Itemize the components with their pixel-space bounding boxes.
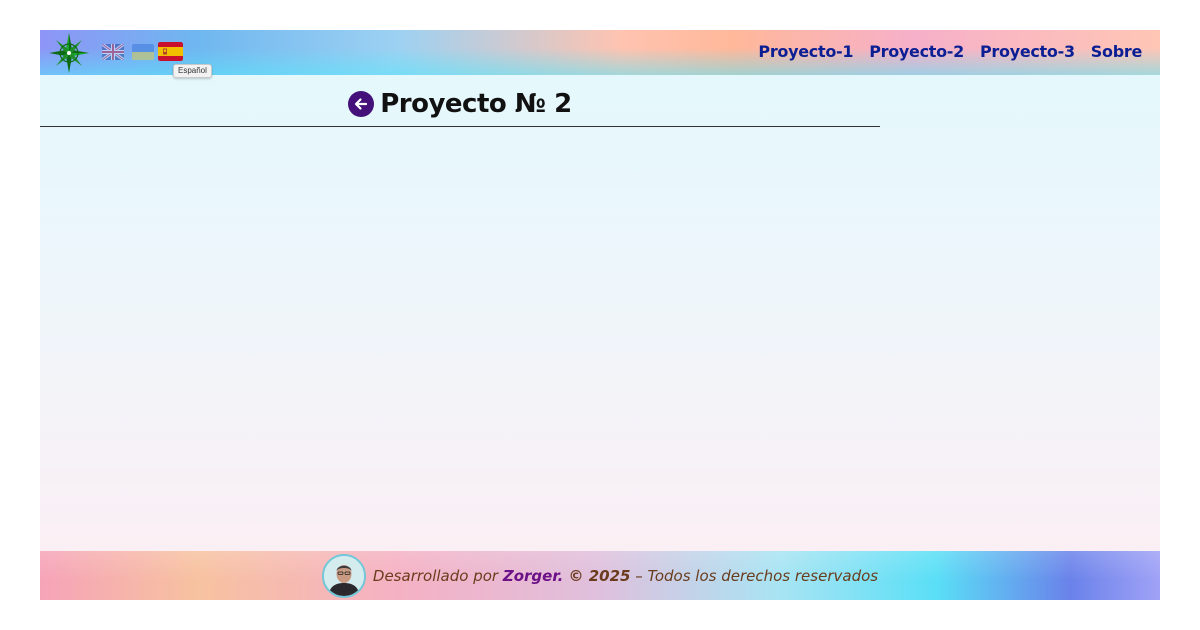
nav-link-proyecto-3[interactable]: Proyecto-3 bbox=[980, 42, 1075, 61]
flag-es-icon[interactable] bbox=[158, 42, 183, 61]
nav-link-proyecto-1[interactable]: Proyecto-1 bbox=[758, 42, 853, 61]
footer: Desarrollado por Zorger. © 2025 – Todos … bbox=[40, 551, 1160, 600]
arrow-left-icon bbox=[355, 98, 368, 110]
compass-logo-icon[interactable] bbox=[48, 32, 90, 74]
author-portrait-icon bbox=[323, 555, 364, 596]
footer-prefix: Desarrollado por bbox=[372, 566, 503, 585]
avatar bbox=[321, 553, 366, 598]
language-tooltip: Español bbox=[173, 64, 212, 78]
flag-ua-icon[interactable] bbox=[132, 44, 154, 60]
author-name: Zorger. bbox=[502, 566, 564, 585]
top-bar: Español Proyecto-1 Proyecto-2 Proyecto-3… bbox=[40, 30, 1160, 78]
footer-suffix: – Todos los derechos reservados bbox=[630, 566, 879, 585]
nav-link-sobre[interactable]: Sobre bbox=[1091, 42, 1143, 61]
footer-credits: Desarrollado por Zorger. © 2025 – Todos … bbox=[373, 567, 878, 585]
page-title: Proyecto № 2 bbox=[380, 89, 572, 119]
back-button[interactable] bbox=[348, 91, 375, 117]
page-title-bar: Proyecto № 2 bbox=[40, 82, 880, 127]
main-nav: Proyecto-1 Proyecto-2 Proyecto-3 Sobre bbox=[758, 42, 1142, 61]
app-frame: Español Proyecto-1 Proyecto-2 Proyecto-3… bbox=[40, 30, 1160, 600]
nav-link-proyecto-2[interactable]: Proyecto-2 bbox=[869, 42, 964, 61]
copyright-year: © 2025 bbox=[563, 566, 631, 585]
flag-gb-icon[interactable] bbox=[102, 44, 124, 60]
